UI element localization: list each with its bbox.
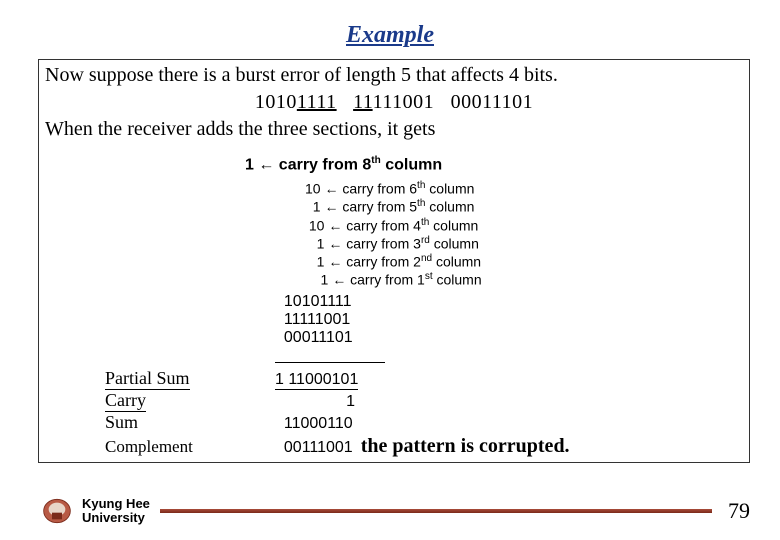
- section-3: 00011101: [275, 329, 353, 347]
- footer-divider: [160, 509, 712, 513]
- footer: Kyung Hee University 79: [40, 496, 750, 526]
- carry-main-ord: th: [371, 155, 380, 166]
- carry-line: 1 ← carry from 5th column: [305, 198, 743, 216]
- bits-a-pre: 1010: [255, 91, 297, 113]
- partial-sum-value: 1 11000101: [275, 371, 358, 390]
- sum-label: Sum: [105, 412, 275, 433]
- carry-line: 10 ← carry from 6th column: [305, 180, 743, 198]
- sum-value: 11000110: [275, 415, 353, 433]
- carry-value: 1: [275, 393, 355, 411]
- bits-row: 10101111 11111001 00011101: [45, 89, 743, 116]
- complement-label: Complement: [105, 437, 275, 457]
- bits-c: 00011101: [451, 91, 534, 113]
- carry-main-num: 1: [245, 156, 254, 173]
- bits-b-post: 111001: [373, 91, 435, 113]
- carry-line: 10 ← carry from 4th column: [305, 217, 743, 235]
- university-line1: Kyung Hee: [82, 497, 150, 511]
- intro-line1: Now suppose there is a burst error of le…: [45, 64, 558, 86]
- content-box: Now suppose there is a burst error of le…: [38, 59, 750, 463]
- university-line2: University: [82, 511, 150, 525]
- slide-title: Example: [0, 0, 780, 53]
- corrupted-text: the pattern is corrupted.: [361, 435, 570, 458]
- university-logo: [40, 496, 74, 526]
- carry-main: 1 ← carry from 8th column: [245, 155, 743, 174]
- carry-line: 1 ← carry from 1st column: [305, 271, 743, 289]
- section-1: 10101111: [275, 293, 352, 311]
- calculation-block: 10101111 11111001 00011101 Partial Sum 1…: [105, 293, 743, 458]
- carry-label: Carry: [105, 390, 146, 412]
- university-name: Kyung Hee University: [82, 497, 150, 526]
- page-number: 79: [728, 498, 750, 524]
- carry-line: 1 ← carry from 2nd column: [305, 253, 743, 271]
- bits-a-underline: 1111: [297, 91, 337, 113]
- carry-main-text: ← carry from 8: [254, 156, 371, 173]
- carry-list: 10 ← carry from 6th column 1 ← carry fro…: [305, 180, 743, 289]
- bits-b-underline: 11: [353, 91, 373, 113]
- intro-line2: When the receiver adds the three section…: [45, 118, 435, 140]
- intro-text: Now suppose there is a burst error of le…: [45, 62, 743, 143]
- carry-main-tail: column: [381, 156, 442, 173]
- section-2: 11111001: [275, 311, 350, 329]
- carry-line: 1 ← carry from 3rd column: [305, 235, 743, 253]
- partial-sum-label: Partial Sum: [105, 368, 190, 390]
- complement-value: 00111001: [275, 439, 353, 457]
